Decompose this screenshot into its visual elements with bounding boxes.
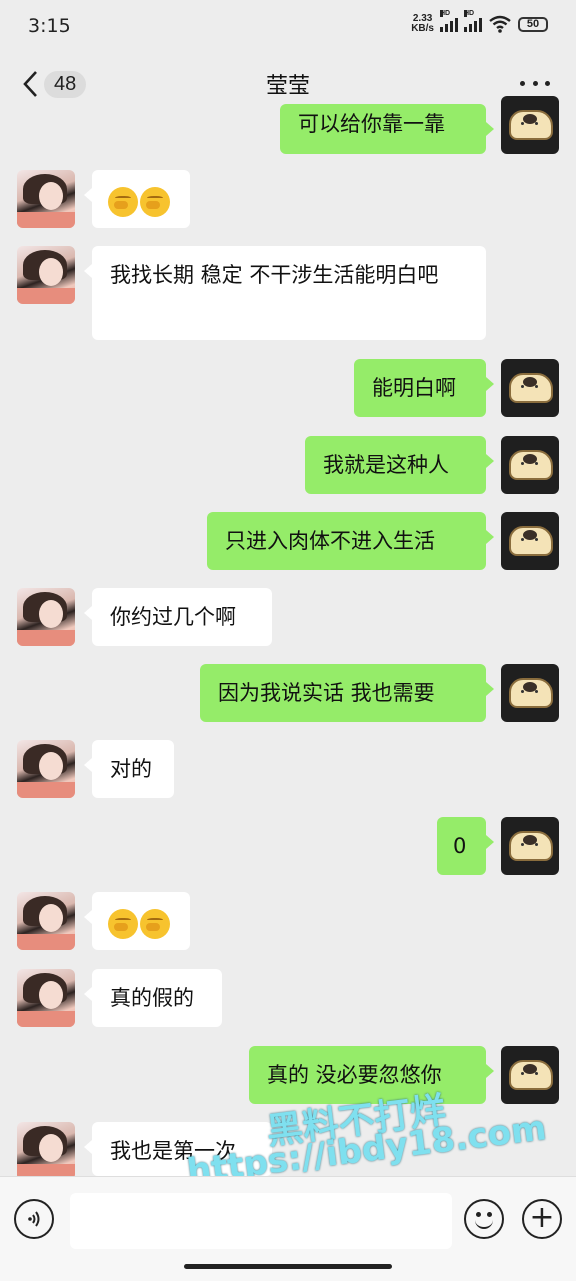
hand-over-mouth-emoji [140,909,170,939]
more-dots-icon [520,80,525,86]
more-options-button[interactable] [520,68,550,98]
message-text: 0 [453,834,467,858]
hand-over-mouth-emoji [108,187,138,217]
message-text: 真的假的 [110,986,194,1010]
battery-indicator: 50 [518,16,548,32]
signal-hd-label-2: HD [464,10,475,17]
signal-icon-2: HD [464,10,482,32]
signal-hd-label: HD [440,10,451,17]
message-bubble-in[interactable] [84,892,190,950]
message-bubble-in[interactable]: 我找长期 稳定 不干涉生活能明白吧 [84,246,486,340]
message-text: 我就是这种人 [323,453,449,477]
status-time: 3:15 [28,15,71,37]
message-bubble-out[interactable]: 可以给你靠一靠 [280,104,494,154]
my-avatar[interactable] [501,1046,559,1104]
plus-button[interactable]: + [522,1199,562,1239]
chat-title: 莹莹 [265,74,310,99]
message-bubble-out[interactable]: 因为我说实话 我也需要 [200,664,494,722]
message-bubble-in[interactable]: 我也是第一次 [84,1122,272,1176]
message-text: 我也是第一次 [110,1139,236,1163]
status-bar: 3:15 2.33 KB/s HD HD 50 [0,0,576,54]
my-avatar[interactable] [501,436,559,494]
message-text: 对的 [110,757,152,781]
contact-avatar[interactable] [17,740,75,798]
message-bubble-in[interactable] [84,170,190,228]
wifi-icon [489,15,511,33]
plus-icon: + [529,1200,555,1235]
message-bubble-out[interactable]: 我就是这种人 [305,436,494,494]
message-text: 可以给你靠一靠 [298,112,445,136]
my-avatar[interactable] [501,96,559,154]
my-avatar[interactable] [501,817,559,875]
my-avatar[interactable] [501,512,559,570]
voice-button[interactable] [14,1199,54,1239]
network-speed: 2.33 KB/s [411,14,434,34]
contact-avatar[interactable] [17,246,75,304]
contact-avatar[interactable] [17,892,75,950]
message-text: 只进入肉体不进入生活 [225,529,435,553]
emoji-button[interactable] [464,1199,504,1239]
message-bubble-out[interactable]: 真的 没必要忽悠你 [249,1046,494,1104]
message-text: 你约过几个啊 [110,605,236,629]
voice-icon [28,1211,40,1227]
contact-avatar[interactable] [17,588,75,646]
message-text: 因为我说实话 我也需要 [218,681,435,705]
message-text: 能明白啊 [372,376,456,400]
message-text: 我找长期 稳定 不干涉生活能明白吧 [110,263,439,287]
message-bubble-in[interactable]: 你约过几个啊 [84,588,272,646]
message-text: 真的 没必要忽悠你 [267,1063,442,1087]
contact-avatar[interactable] [17,969,75,1027]
network-speed-unit: KB/s [411,23,434,34]
message-bubble-in[interactable]: 对的 [84,740,174,798]
contact-avatar[interactable] [17,170,75,228]
message-bubble-out[interactable]: 只进入肉体不进入生活 [207,512,494,570]
hand-over-mouth-emoji [140,187,170,217]
signal-icon: HD [440,10,458,32]
message-bubble-out[interactable]: 能明白啊 [354,359,494,417]
message-input[interactable] [70,1193,452,1249]
message-bubble-in[interactable]: 真的假的 [84,969,222,1027]
status-icons: 2.33 KB/s HD HD 50 [411,10,548,34]
home-indicator [184,1264,392,1269]
message-bubble-out[interactable]: 0 [437,817,494,875]
my-avatar[interactable] [501,664,559,722]
my-avatar[interactable] [501,359,559,417]
hand-over-mouth-emoji [108,909,138,939]
contact-avatar[interactable] [17,1122,75,1180]
